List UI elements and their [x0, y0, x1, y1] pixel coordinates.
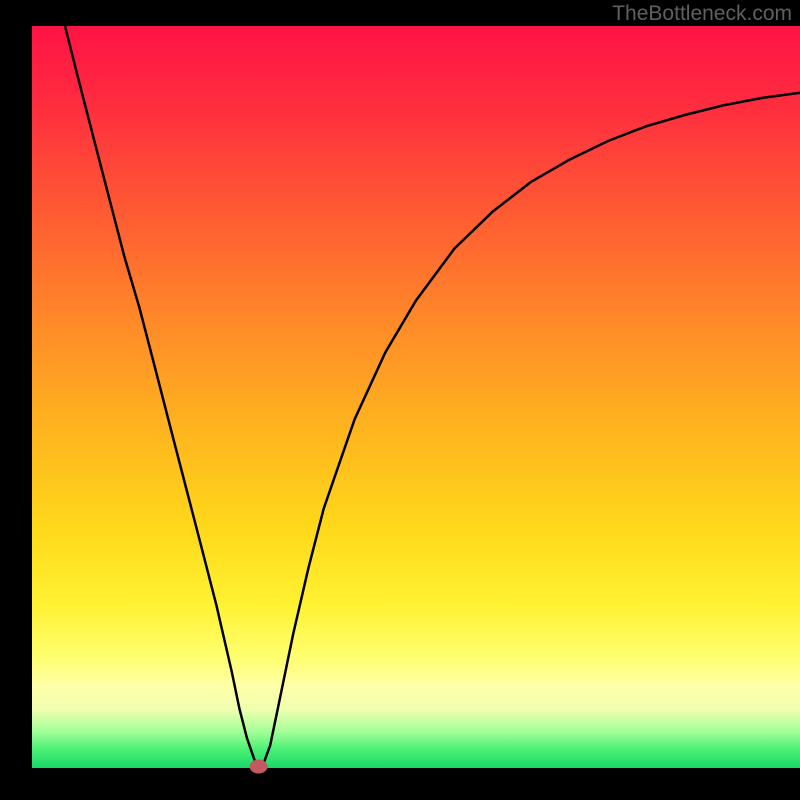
plot-background: [32, 26, 800, 768]
chart-container: [0, 0, 800, 800]
min-marker: [250, 760, 268, 774]
chart-svg: [0, 0, 800, 800]
watermark: TheBottleneck.com: [612, 2, 792, 26]
